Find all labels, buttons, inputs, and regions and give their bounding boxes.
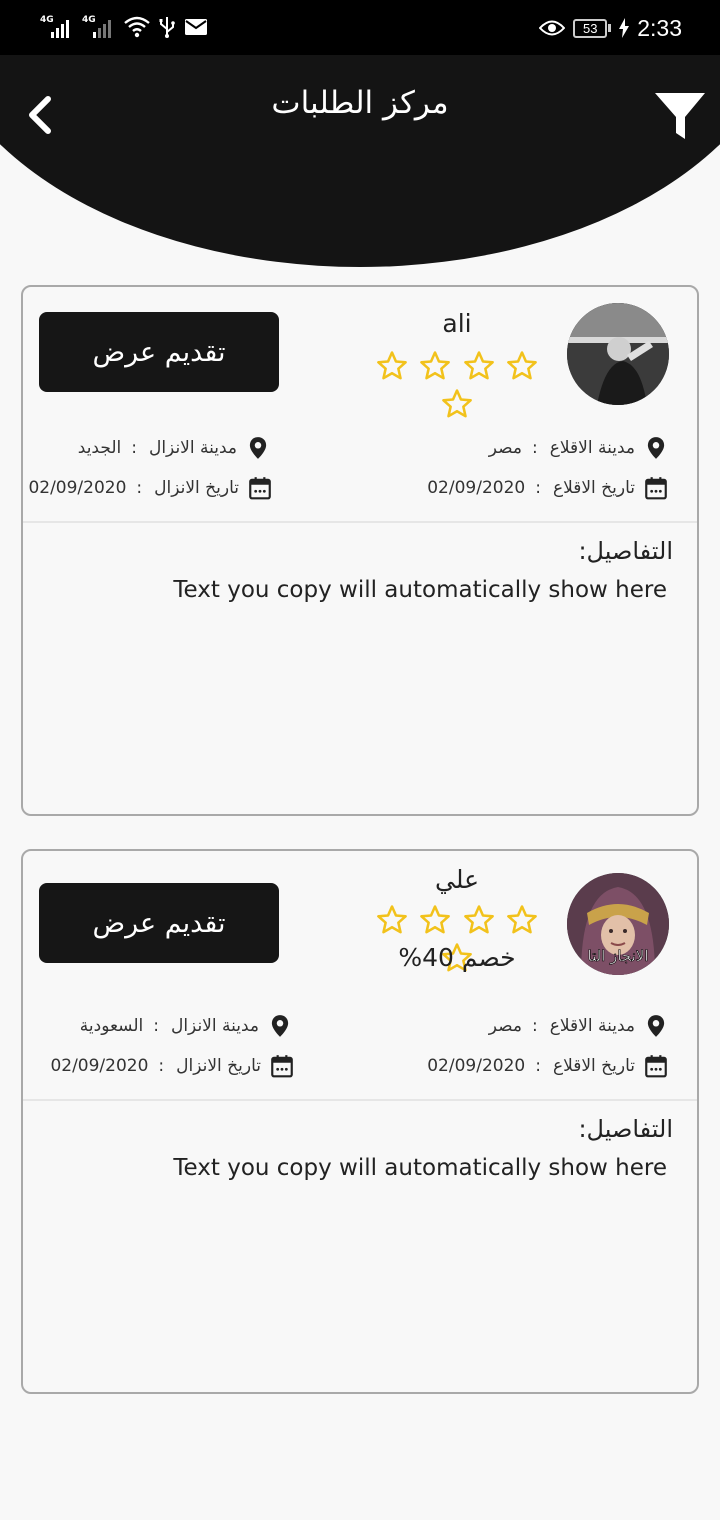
location-pin-icon (271, 1015, 289, 1037)
origin-city: مدينة الاقلاع : مصر (489, 1011, 669, 1041)
chevron-left-icon (29, 96, 51, 134)
avatar[interactable]: الانجاز التا (567, 873, 669, 975)
avatar-caption: الانجاز التا (588, 947, 649, 965)
avatar[interactable] (567, 303, 669, 405)
submit-offer-button[interactable]: تقديم عرض (39, 312, 279, 392)
star-icon (463, 351, 494, 380)
status-right-icons: 53 2:33 (539, 12, 682, 44)
departure-date: تاريخ الاقلاع : 02/09/2020 (427, 1051, 669, 1081)
destination-city-label: مدينة الانزال (170, 1016, 259, 1036)
status-bar: 4G 4G 53 2:33 (0, 0, 720, 55)
details-label: التفاصيل: (578, 1115, 673, 1143)
arrival-date-value: 02/09/2020 (50, 1056, 149, 1076)
battery-level: 53 (573, 18, 608, 38)
signal-icon-secondary: 4G (82, 15, 116, 39)
wifi-icon (124, 16, 150, 38)
calendar-icon (271, 1055, 293, 1078)
star-icon (377, 351, 408, 380)
departure-date: تاريخ الاقلاع : 02/09/2020 (427, 473, 669, 503)
departure-date-value: 02/09/2020 (427, 1056, 526, 1076)
departure-date-label: تاريخ الاقلاع (552, 478, 635, 498)
card-divider (23, 1099, 697, 1101)
battery-icon: 53 (573, 18, 612, 38)
rating-stars (357, 349, 557, 425)
origin-city: مدينة الاقلاع : مصر (489, 433, 669, 463)
star-icon (506, 905, 537, 934)
discount-label: خصم 40% (398, 943, 516, 972)
user-name: علي (434, 865, 480, 894)
star-icon (420, 905, 451, 934)
departure-date-label: تاريخ الاقلاع (552, 1056, 635, 1076)
arrival-date-value: 02/09/2020 (28, 478, 127, 498)
destination-city: مدينة الانزال : الجديد (78, 433, 271, 463)
user-name: ali (442, 309, 472, 338)
arrival-date-label: تاريخ الانزال (154, 478, 239, 498)
destination-city-label: مدينة الانزال (148, 438, 237, 458)
back-button[interactable] (20, 93, 64, 137)
mail-icon (185, 19, 207, 35)
app-header: مركز الطلبات (0, 55, 720, 270)
origin-city-label: مدينة الاقلاع (549, 1016, 635, 1036)
card-divider (23, 521, 697, 523)
location-pin-icon (647, 437, 665, 459)
status-left-icons: 4G 4G (40, 14, 208, 40)
calendar-icon (645, 477, 667, 500)
details-text: Text you copy will automatically show he… (173, 1155, 667, 1181)
submit-offer-button[interactable]: تقديم عرض (39, 883, 279, 963)
star-icon (420, 351, 451, 380)
status-time: 2:33 (637, 14, 682, 41)
charging-icon (619, 18, 630, 38)
location-pin-icon (249, 437, 267, 459)
destination-city: مدينة الانزال : السعودية (80, 1011, 293, 1041)
star-icon (442, 389, 472, 418)
origin-city-value: مصر (488, 438, 523, 458)
arrival-date: تاريخ الانزال : 02/09/2020 (50, 1051, 295, 1081)
star-icon (506, 351, 537, 380)
request-card: ali تقديم عرض مدينة الاقلاع : مصر مدينة … (21, 285, 699, 816)
origin-city-value: مصر (488, 1016, 523, 1036)
arrival-date-label: تاريخ الانزال (176, 1056, 261, 1076)
destination-city-value: الجديد (77, 438, 122, 458)
request-card: الانجاز التا علي خصم 40% تقديم عرض مدينة… (21, 849, 699, 1394)
usb-icon (159, 17, 175, 38)
signal-icon: 4G (40, 15, 74, 39)
eye-icon (539, 20, 566, 36)
star-icon (463, 905, 494, 934)
departure-date-value: 02/09/2020 (427, 478, 526, 498)
star-icon (377, 905, 408, 934)
location-pin-icon (647, 1015, 665, 1037)
details-text: Text you copy will automatically show he… (173, 577, 667, 603)
destination-city-value: السعودية (79, 1016, 144, 1036)
calendar-icon (249, 477, 271, 500)
filter-icon (655, 93, 705, 139)
page-title: مركز الطلبات (271, 85, 449, 121)
origin-city-label: مدينة الاقلاع (549, 438, 635, 458)
arrival-date: تاريخ الانزال : 02/09/2020 (28, 473, 273, 503)
details-label: التفاصيل: (578, 537, 673, 565)
filter-button[interactable] (652, 89, 708, 145)
calendar-icon (645, 1055, 667, 1078)
